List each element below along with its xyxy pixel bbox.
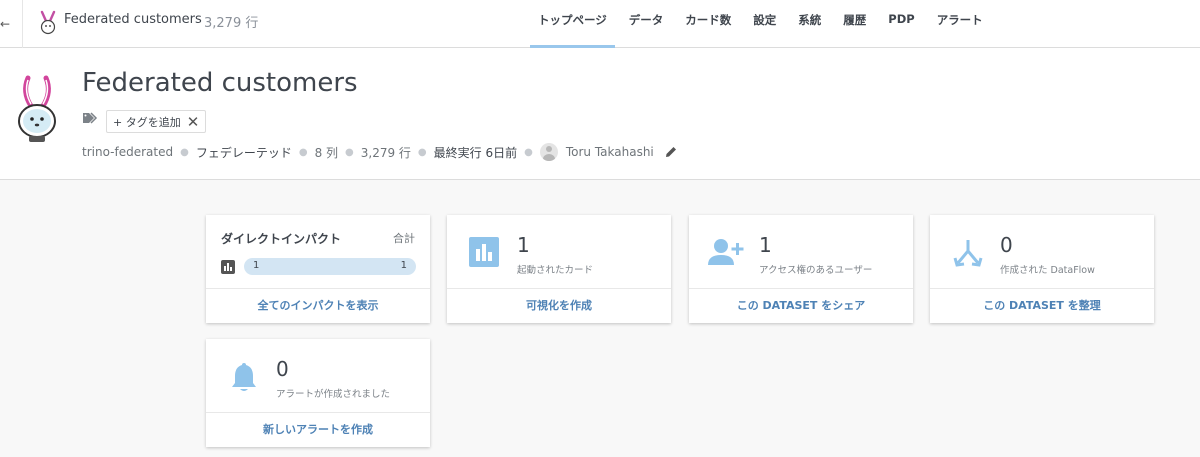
meta-separator: ● (417, 146, 427, 158)
nav-divider (22, 0, 23, 48)
tab-cards[interactable]: カード数 (677, 0, 739, 48)
users-count: 1 (759, 233, 772, 257)
impact-bar[interactable]: 1 1 (244, 258, 416, 275)
impact-title: ダイレクトインパクト (221, 232, 342, 246)
impact-bar-total: 1 (400, 260, 407, 271)
owner-name[interactable]: Toru Takahashi (566, 145, 654, 159)
dataflow-card: 0 作成された DataFlow この DATASET を整理 (930, 215, 1154, 323)
tag-icon (83, 112, 98, 124)
last-run: 最終実行 6日前 (433, 145, 518, 160)
meta-separator: ● (298, 146, 308, 158)
page-title: Federated customers (82, 68, 358, 98)
top-nav: ← Federated customers 3,279 行 トップページ データ… (0, 0, 1200, 48)
tab-history[interactable]: 履歴 (835, 0, 874, 48)
meta-separator: ● (180, 146, 189, 158)
add-tag-button[interactable]: + タグを追加 ✕ (106, 110, 207, 133)
tab-pdp[interactable]: PDP (880, 0, 922, 48)
dataflow-count: 0 (1000, 233, 1013, 257)
users-card: 1 アクセス権のあるユーザー この DATASET をシェア (689, 215, 913, 323)
alerts-card: 0 アラートが作成されました 新しいアラートを作成 (206, 339, 430, 447)
meta-separator: ● (345, 146, 354, 158)
avatar-icon (539, 143, 558, 161)
dataset-type: フェデレーテッド (195, 145, 292, 160)
column-count: 8 列 (314, 145, 339, 160)
alerts-count: 0 (276, 357, 289, 381)
connector-name[interactable]: trino-federated (82, 145, 173, 159)
users-label: アクセス権のあるユーザー (759, 265, 873, 276)
bell-icon (232, 363, 256, 391)
tab-data[interactable]: データ (621, 0, 672, 48)
create-alert-button[interactable]: 新しいアラートを作成 (206, 412, 430, 447)
pencil-icon[interactable] (664, 145, 678, 159)
dataset-row-count: 3,279 行 (204, 16, 259, 31)
impact-card: ダイレクトインパクト 合計 1 1 全てのインパクトを表示 (206, 215, 430, 323)
row-count: 3,279 行 (360, 145, 411, 160)
impact-total-label: 合計 (393, 232, 415, 245)
tab-alerts[interactable]: アラート (929, 0, 991, 48)
tab-overview[interactable]: トップページ (530, 0, 615, 48)
tab-bar: トップページ データ カード数 設定 系統 履歴 PDP アラート (530, 0, 997, 48)
dataflow-label: 作成された DataFlow (1000, 265, 1095, 276)
meta-separator: ● (524, 146, 533, 158)
cards-launched-count: 1 (517, 233, 530, 257)
dataset-header: Federated customers + タグを追加 ✕ trino-fede… (0, 48, 1200, 180)
bar-chart-icon (221, 260, 235, 274)
close-icon[interactable]: ✕ (187, 113, 200, 131)
impact-bar-value: 1 (253, 260, 260, 271)
dataset-meta: trino-federated ● フェデレーテッド ● 8 列 ● 3,279… (82, 143, 678, 161)
share-dataset-button[interactable]: この DATASET をシェア (689, 288, 913, 323)
view-all-impact-button[interactable]: 全てのインパクトを表示 (206, 288, 430, 323)
dataflow-icon (953, 240, 983, 267)
cards-launched-label: 起動されたカード (517, 265, 594, 276)
bar-chart-icon (469, 237, 499, 267)
alerts-label: アラートが作成されました (276, 389, 391, 400)
back-arrow-icon[interactable]: ← (0, 17, 10, 31)
cards-launched-card: 1 起動されたカード 可視化を作成 (447, 215, 671, 323)
tab-settings[interactable]: 設定 (745, 0, 784, 48)
add-tag-label: + タグを追加 (113, 115, 181, 129)
rabbit-logo-icon (18, 75, 56, 142)
dataset-name: Federated customers (64, 12, 202, 27)
organize-dataset-button[interactable]: この DATASET を整理 (930, 288, 1154, 323)
create-visualization-button[interactable]: 可視化を作成 (447, 288, 671, 323)
add-user-icon (708, 239, 744, 265)
tab-lineage[interactable]: 系統 (790, 0, 829, 48)
rabbit-logo-icon[interactable] (38, 10, 58, 36)
